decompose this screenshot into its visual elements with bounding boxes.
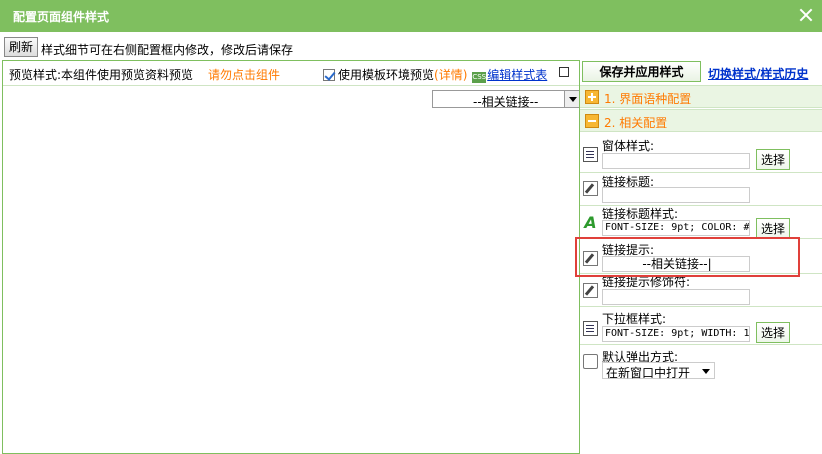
dropdown-style-select-button[interactable]: 选择	[756, 322, 790, 343]
preview-label: 预览样式:本组件使用预览资料预览	[9, 68, 194, 82]
link-title-input[interactable]	[602, 187, 750, 203]
window-style-input[interactable]	[602, 153, 750, 169]
maximize-icon[interactable]	[559, 67, 569, 77]
template-preview-option: 使用模板环境预览(详情) CSS编辑样式表	[323, 66, 547, 83]
section-related-config[interactable]: 2. 相关配置	[580, 109, 822, 132]
highlight-frame	[575, 237, 800, 277]
preview-pane: 预览样式:本组件使用预览资料预览 请勿点击组件 使用模板环境预览(详情) CSS…	[2, 60, 581, 454]
document-icon	[583, 321, 598, 336]
toolbar-hint: 样式细节可在右侧配置框内修改，修改后请保存	[41, 43, 294, 57]
row-window-style: 窗体样式: 选择	[580, 133, 822, 173]
row-label: 窗体样式:	[602, 139, 655, 153]
chevron-down-icon[interactable]	[564, 91, 580, 107]
refresh-button[interactable]: 刷新	[4, 37, 39, 57]
toolbar: 刷新 样式细节可在右侧配置框内修改，修改后请保存	[0, 32, 822, 60]
edit-icon	[583, 283, 598, 298]
popup-mode-value: 在新窗口中打开	[606, 366, 691, 380]
dropdown-style-input[interactable]: FONT-SIZE: 9pt; WIDTH: 15	[602, 326, 750, 342]
link-title-style-input[interactable]: FONT-SIZE: 9pt; COLOR: #	[602, 220, 750, 236]
link-tip-modifier-input[interactable]	[602, 289, 750, 305]
template-preview-label: 使用模板环境预览	[338, 68, 435, 82]
edit-icon	[583, 181, 598, 196]
preview-related-links-select[interactable]: --相关链接--	[432, 90, 581, 109]
preview-header: 预览样式:本组件使用预览资料预览 请勿点击组件 使用模板环境预览(详情) CSS…	[3, 61, 579, 86]
row-link-title-style: A 链接标题样式: FONT-SIZE: 9pt; COLOR: # 选择	[580, 206, 822, 239]
window-title: 配置页面组件样式	[13, 10, 110, 24]
collapse-icon[interactable]	[585, 114, 599, 128]
section-language-config[interactable]: 1. 界面语种配置	[580, 85, 822, 108]
chevron-down-icon[interactable]	[702, 369, 710, 378]
template-preview-checkbox[interactable]	[323, 69, 335, 81]
css-icon: CSS	[472, 72, 487, 83]
title-bar: 配置页面组件样式	[0, 0, 822, 32]
row-link-tip-modifier: 链接提示修饰符:	[580, 274, 822, 307]
row-dropdown-style: 下拉框样式: FONT-SIZE: 9pt; WIDTH: 15 选择	[580, 307, 822, 345]
preview-select-value: --相关链接--	[473, 95, 539, 109]
expand-icon[interactable]	[585, 90, 599, 104]
preview-warning: 请勿点击组件	[208, 68, 281, 82]
edit-css-link[interactable]: 编辑样式表	[487, 68, 547, 82]
details-close: )	[462, 68, 468, 82]
popup-mode-select[interactable]: 在新窗口中打开	[602, 362, 715, 380]
row-label: 下拉框样式:	[602, 312, 667, 326]
close-icon[interactable]	[798, 7, 814, 23]
details-link[interactable]: 详情	[439, 68, 463, 82]
section-label: 1. 界面语种配置	[604, 92, 692, 106]
row-link-title: 链接标题:	[580, 173, 822, 206]
window-style-select-button[interactable]: 选择	[756, 149, 790, 170]
font-icon: A	[584, 213, 597, 232]
row-default-popup: 默认弹出方式: 在新窗口中打开	[580, 345, 822, 381]
save-apply-button[interactable]: 保存并应用样式	[582, 61, 701, 82]
section-label: 2. 相关配置	[604, 116, 668, 130]
switch-style-history-link[interactable]: 切换样式/样式历史	[708, 65, 808, 82]
document-icon	[583, 147, 598, 162]
folder-open-icon	[583, 354, 598, 369]
link-title-style-select-button[interactable]: 选择	[756, 218, 790, 239]
